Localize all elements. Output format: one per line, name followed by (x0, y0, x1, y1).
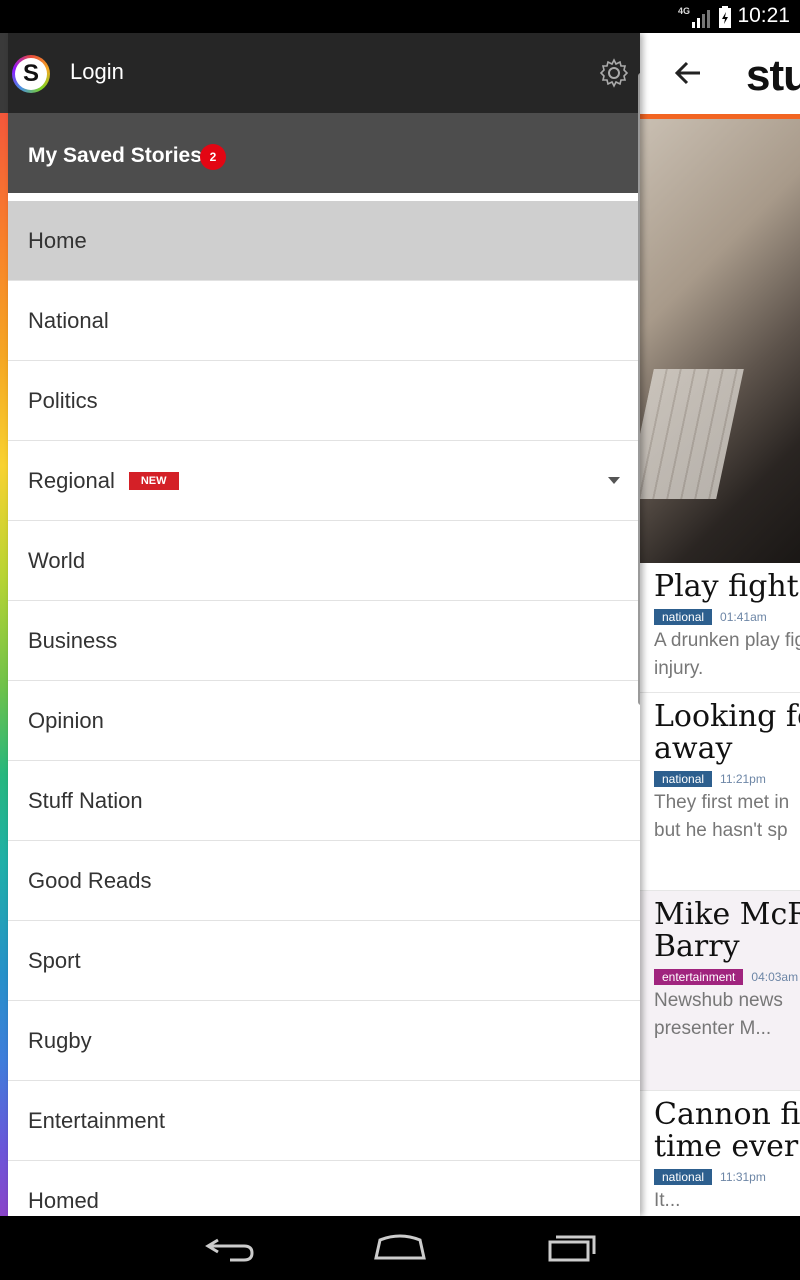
login-link[interactable]: Login (70, 59, 124, 85)
signal-icon (692, 10, 710, 28)
nav-item-label: Good Reads (28, 867, 152, 893)
saved-stories-item[interactable]: My Saved Stories 2 (8, 113, 640, 193)
hero-image[interactable] (640, 119, 800, 563)
recents-icon[interactable] (540, 1232, 600, 1264)
nav-item-world[interactable]: World (8, 521, 640, 601)
story-title: Play fight t (654, 569, 799, 604)
nav-item-label: Sport (28, 947, 81, 973)
nav-item-home[interactable]: Home (8, 201, 640, 281)
nav-item-national[interactable]: National (8, 281, 640, 361)
nav-item-rugby[interactable]: Rugby (8, 1001, 640, 1081)
story-tag[interactable]: national (654, 771, 713, 787)
nav-item-label: Opinion (28, 707, 104, 733)
system-nav-bar (0, 1216, 800, 1280)
story-title: Cannon fire time ever (654, 1097, 800, 1164)
nav-item-label: National (28, 307, 109, 333)
drawer-header: S Login (8, 33, 640, 113)
nav-item-label: Business (28, 627, 118, 653)
story-meta: national 11:21pm (654, 771, 800, 787)
story-time: 11:31pm (720, 1170, 766, 1184)
story-time: 01:41am (720, 610, 767, 624)
nav-item-label: Stuff Nation (28, 787, 143, 813)
status-bar: 4G 10:21 (0, 0, 800, 33)
story-title: Mike McRo Barry (654, 897, 800, 964)
nav-item-business[interactable]: Business (8, 601, 640, 681)
main-content: stu Play fight t national 01:41am A drunken… (640, 33, 800, 1216)
nav-item-entertainment[interactable]: Entertainment (8, 1081, 640, 1161)
story-title: Looking for away (654, 699, 800, 766)
battery-icon (719, 6, 731, 28)
home-icon[interactable] (370, 1232, 430, 1264)
back-arrow-icon[interactable] (670, 55, 706, 91)
nav-item-regional[interactable]: Regional NEW (8, 441, 640, 521)
nav-item-label: Home (28, 227, 87, 253)
story-time: 11:21pm (720, 772, 766, 786)
drawer-nav-list: Home National Politics Regional NEW World Busi… (8, 201, 640, 1216)
saved-stories-label: My Saved Stories (28, 144, 202, 167)
status-icons: 4G (678, 6, 732, 28)
stuff-logo-icon: S (12, 55, 50, 93)
nav-item-good-reads[interactable]: Good Reads (8, 841, 640, 921)
new-badge: NEW (128, 471, 179, 490)
app-bar: stu (640, 33, 800, 119)
nav-item-opinion[interactable]: Opinion (8, 681, 640, 761)
story-summary: It... (654, 1190, 681, 1211)
nav-item-homed[interactable]: Homed (8, 1161, 640, 1216)
hero-keyboard-shape (640, 369, 744, 499)
story-meta: national 01:41am (654, 609, 800, 625)
nav-item-label: Entertainment (28, 1107, 165, 1133)
chevron-down-icon[interactable] (608, 477, 620, 484)
story-meta: entertainment 04:03am (654, 969, 800, 985)
nav-item-label: Regional (28, 467, 115, 493)
story-card[interactable]: Play fight t national 01:41am A drunken pla… (640, 563, 800, 693)
nav-item-label: Homed (28, 1187, 99, 1213)
story-card[interactable]: Mike McRo Barry entertainment 04:03am Newsh… (640, 891, 800, 1091)
story-tag[interactable]: entertainment (654, 969, 744, 985)
nav-item-label: World (28, 547, 86, 573)
story-summary: They first met in but he hasn't sp (654, 792, 790, 841)
story-summary: A drunken play figh injury. (654, 630, 800, 679)
nav-item-label: Politics (28, 387, 98, 413)
drawer-scrollbar[interactable] (638, 73, 640, 705)
nav-item-sport[interactable]: Sport (8, 921, 640, 1001)
gear-icon[interactable] (598, 57, 630, 89)
drawer-edge-top (0, 33, 8, 113)
story-card[interactable]: Cannon fire time ever national 11:31pm It..… (640, 1091, 800, 1216)
app-logo-text: stu (746, 51, 800, 100)
story-card[interactable]: Looking for away national 11:21pm They firs… (640, 693, 800, 891)
story-time: 04:03am (751, 970, 799, 984)
network-type: 4G (677, 6, 690, 16)
clock: 10:21 (737, 4, 790, 27)
nav-drawer: S Login My Saved Stories 2 Home National P… (8, 33, 640, 1216)
drawer-color-strip (0, 113, 8, 1216)
saved-count-badge: 2 (200, 144, 226, 170)
back-icon[interactable] (200, 1232, 260, 1264)
story-tag[interactable]: national (654, 609, 713, 625)
story-list: Play fight t national 01:41am A drunken pla… (640, 563, 800, 1216)
nav-item-stuff-nation[interactable]: Stuff Nation (8, 761, 640, 841)
drawer-gap (8, 193, 640, 201)
story-summary: Newshub news presenter M... (654, 990, 783, 1039)
nav-item-politics[interactable]: Politics (8, 361, 640, 441)
nav-item-label: Rugby (28, 1027, 92, 1053)
story-meta: national 11:31pm (654, 1169, 800, 1185)
story-tag[interactable]: national (654, 1169, 713, 1185)
